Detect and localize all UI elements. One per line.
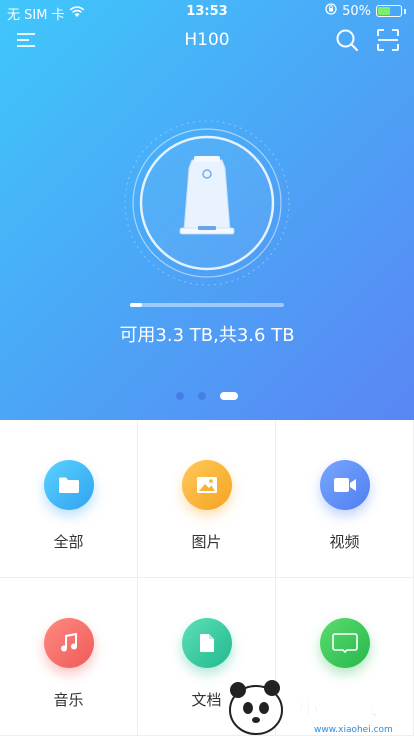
category-music[interactable]: 音乐 [0,578,138,736]
document-icon [182,618,232,668]
rotation-lock-icon [325,3,337,19]
battery-percent: 50% [342,3,371,19]
storage-hero: 无 SIM 卡 13:53 50% H100 可用3.3 TB,共3.6 TB [0,0,414,420]
category-video[interactable]: 视频 [276,420,414,578]
category-label: 视频 [329,533,360,551]
page-indicator[interactable] [0,392,414,400]
xiaohei-watermark-logo: 小黑游戏 www.xiaohei.com [218,664,414,736]
status-bar: 无 SIM 卡 13:53 50% [0,0,414,23]
category-images[interactable]: 图片 [138,420,276,578]
music-icon [44,618,94,668]
category-label: 图片 [191,533,222,551]
category-label: 音乐 [53,691,84,709]
storage-progress-fill [130,303,143,307]
iqiyi-icon [320,618,370,668]
svg-text:小黑游戏: 小黑游戏 [298,695,378,719]
battery-icon [376,5,402,17]
search-icon[interactable] [333,26,361,54]
device-status-ring [122,118,292,288]
svg-text:www.xiaohei.com: www.xiaohei.com [314,725,393,735]
battery-cap [404,8,406,14]
category-label: 全部 [53,533,84,551]
image-icon [182,460,232,510]
page-dot[interactable] [198,392,206,400]
storage-capacity-text: 可用3.3 TB,共3.6 TB [119,325,295,346]
page-dot[interactable] [176,392,184,400]
nav-bar: H100 [0,22,414,58]
storage-progress-bar [130,303,284,307]
category-all[interactable]: 全部 [0,420,138,578]
page-dot-active[interactable] [220,392,238,400]
scan-icon[interactable] [374,26,402,54]
folder-icon [44,460,94,510]
video-icon [320,460,370,510]
